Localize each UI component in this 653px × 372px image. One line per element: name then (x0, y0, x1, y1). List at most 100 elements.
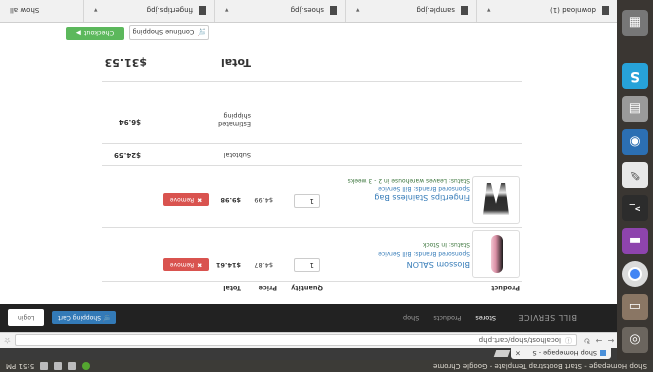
nav-products[interactable]: Products (433, 314, 461, 322)
header-quantity: Quantity (291, 284, 323, 292)
continue-shopping-button[interactable]: 🛒 Continue Shopping (129, 25, 209, 40)
download-item[interactable]: sample.jpg ▾ (345, 0, 476, 22)
remove-label: Remove (169, 261, 195, 268)
skype-icon[interactable]: S (622, 63, 648, 89)
gray-app-icon[interactable]: ▤ (622, 96, 648, 122)
forward-icon[interactable]: → (593, 336, 605, 345)
workspace-icon[interactable]: ▦ (622, 10, 648, 36)
nav-shop[interactable]: Shop (403, 314, 419, 322)
file-icon (602, 6, 609, 15)
nav-actions: 🛒 Shopping Cart Login (8, 309, 117, 327)
product-status: Status: Leaves warehouse in 2 - 3 weeks (347, 177, 470, 184)
shipping-label: Estimated shipping (218, 112, 251, 128)
divider (102, 227, 522, 228)
downloads-bar: download (1) ▾ sample.jpg ▾ shoes.jpg ▾ … (0, 0, 617, 23)
total-value: $31.53 (104, 56, 147, 69)
download-item[interactable]: fingertips.jpg ▾ (83, 0, 214, 22)
login-button[interactable]: Login (8, 309, 45, 327)
cart-page: Product Quantity Price Total Blossom SAL… (0, 0, 617, 304)
file-icon (461, 6, 468, 15)
browser-tab[interactable]: Shop Homepage - S × (511, 348, 611, 359)
checkout-label: Checkout (83, 29, 115, 38)
volume-icon[interactable] (40, 362, 49, 370)
blue-app-icon[interactable]: ◉ (622, 129, 648, 155)
os-top-panel: Shop Homepage - Start Bootstrap Template… (0, 360, 653, 372)
doc-icon[interactable]: ✎ (622, 162, 648, 188)
browser-toolbar: ← → ↻ ⓘ localhost/shop/cart.php ☆ (0, 332, 617, 348)
play-icon: ▶ (75, 29, 81, 38)
header-total: Total (223, 284, 241, 292)
back-icon[interactable]: ← (605, 336, 617, 345)
dash-icon[interactable]: ◎ (622, 327, 648, 353)
file-icon (330, 6, 337, 15)
url-text: localhost/shop/cart.php (478, 336, 561, 345)
continue-label: Continue Shopping (132, 28, 195, 37)
item-total: $9.98 (220, 196, 241, 204)
download-name: fingertips.jpg (146, 6, 193, 15)
remove-icon: ✖ (197, 196, 203, 203)
shipping-value: $6.94 (118, 118, 141, 126)
show-all-downloads[interactable]: Show all (10, 7, 39, 15)
site-navbar: BILL SERVICE Stores Products Shop 🛒 Shop… (0, 304, 617, 332)
divider (102, 281, 522, 282)
browser-tab-bar: Shop Homepage - S × (0, 348, 617, 360)
remove-button[interactable]: ✖ Remove (163, 193, 209, 206)
divider (102, 165, 522, 166)
nav-stores[interactable]: Stores (475, 314, 496, 322)
network-icon[interactable] (68, 362, 77, 370)
clock[interactable]: 5:51 PM (6, 362, 34, 370)
download-name: shoes.jpg (290, 6, 324, 15)
item-price: $4.87 (254, 261, 273, 269)
download-item[interactable]: download (1) ▾ (476, 0, 617, 22)
subtotal-label: Subtotal (223, 151, 251, 159)
site-nav: Stores Products Shop (403, 314, 496, 322)
cart-icon: 🛒 (197, 28, 206, 37)
divider (102, 143, 522, 144)
remove-button[interactable]: ✖ Remove (163, 258, 209, 271)
product-brand[interactable]: Sponsored Brands: Bill Service (378, 250, 470, 257)
quantity-input[interactable]: 1 (294, 194, 320, 208)
reload-icon[interactable]: ↻ (581, 336, 593, 345)
system-tray: 5:51 PM (6, 362, 91, 370)
file-icon (199, 6, 206, 15)
bookmark-star-icon[interactable]: ☆ (4, 336, 11, 345)
chevron-down-icon[interactable]: ▾ (225, 7, 229, 15)
product-name[interactable]: Blossom SALON (407, 260, 470, 269)
header-product: Product (491, 284, 520, 292)
chevron-down-icon[interactable]: ▾ (94, 7, 98, 15)
download-name: download (1) (550, 6, 596, 15)
quantity-input[interactable]: 1 (294, 258, 320, 272)
new-tab-button[interactable] (493, 350, 511, 357)
info-icon[interactable]: ⓘ (565, 336, 572, 346)
product-thumbnail[interactable] (472, 230, 520, 278)
total-label: Total (220, 56, 251, 69)
product-thumbnail[interactable] (472, 176, 520, 224)
window-title: Shop Homepage - Start Bootstrap Template… (433, 362, 647, 370)
remove-label: Remove (169, 196, 195, 203)
remove-icon: ✖ (197, 261, 203, 268)
chevron-down-icon[interactable]: ▾ (487, 7, 491, 15)
address-bar[interactable]: ⓘ localhost/shop/cart.php (15, 334, 577, 347)
header-price: Price (258, 284, 277, 292)
download-item[interactable]: shoes.jpg ▾ (214, 0, 345, 22)
update-icon[interactable] (82, 362, 91, 370)
terminal-icon[interactable]: >_ (622, 195, 648, 221)
product-status: Status: In Stock (422, 241, 470, 248)
files-icon[interactable]: ▭ (622, 294, 648, 320)
site-brand[interactable]: BILL SERVICE (518, 314, 577, 323)
page-favicon-icon (600, 350, 606, 357)
mail-icon[interactable] (54, 362, 63, 370)
chrome-icon[interactable] (622, 261, 648, 287)
divider (102, 81, 522, 82)
close-tab-icon[interactable]: × (515, 350, 521, 358)
checkout-button[interactable]: Checkout ▶ (66, 27, 124, 40)
purple-app-icon[interactable]: ▬ (622, 228, 648, 254)
item-total: $14.61 (215, 261, 241, 269)
subtotal-value: $24.59 (113, 151, 141, 159)
shopping-cart-button[interactable]: 🛒 Shopping Cart (52, 311, 117, 325)
product-name[interactable]: Fingertips Stainless Bag (374, 193, 470, 202)
product-brand[interactable]: Sponsored Brands: Bill Service (378, 185, 470, 192)
chevron-down-icon[interactable]: ▾ (356, 7, 360, 15)
item-price: $4.99 (254, 196, 273, 204)
cart-icon: 🛒 (102, 314, 111, 322)
